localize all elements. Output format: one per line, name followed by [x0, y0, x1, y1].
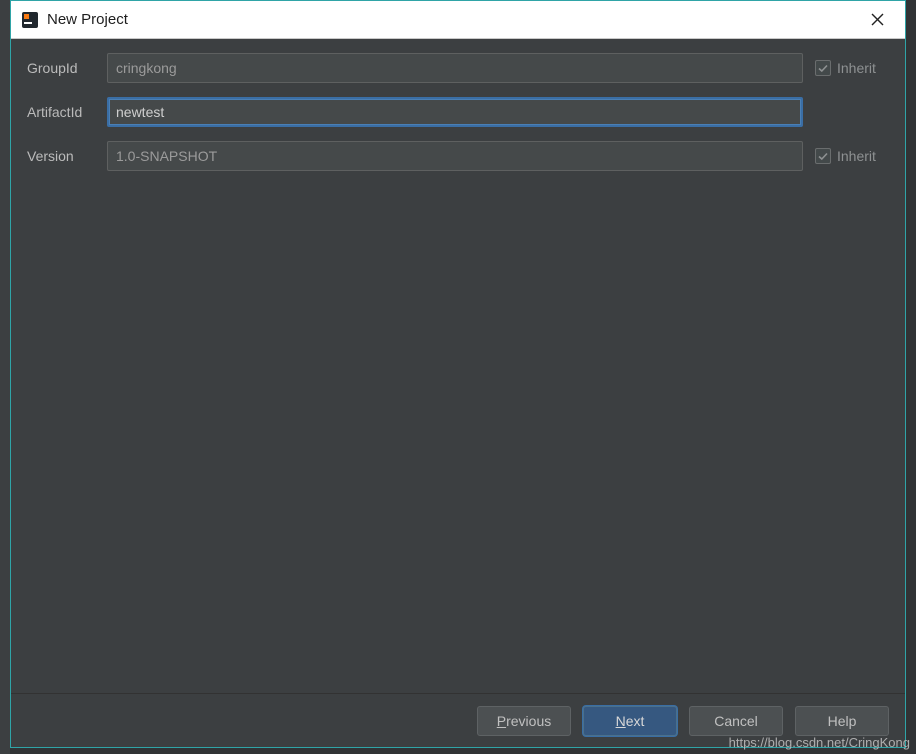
next-button[interactable]: Next [583, 706, 677, 736]
window-title: New Project [47, 11, 857, 28]
mnemonic: N [616, 713, 626, 729]
close-icon [871, 13, 884, 26]
version-inherit[interactable]: Inherit [803, 148, 889, 164]
app-icon [21, 11, 39, 29]
dialog-content: GroupId Inherit ArtifactId Version Inher… [11, 39, 905, 693]
checkbox-icon [815, 148, 831, 164]
new-project-dialog: New Project GroupId Inherit ArtifactId [10, 0, 906, 748]
help-button[interactable]: Help [795, 706, 889, 736]
artifactid-input[interactable] [107, 97, 803, 127]
checkbox-icon [815, 60, 831, 76]
version-label: Version [27, 148, 107, 164]
button-label: Cancel [714, 713, 758, 729]
groupid-inherit[interactable]: Inherit [803, 60, 889, 76]
artifactid-row: ArtifactId [27, 97, 889, 127]
line-gutter [0, 0, 10, 754]
artifactid-label: ArtifactId [27, 104, 107, 120]
version-input[interactable] [107, 141, 803, 171]
watermark-text: https://blog.csdn.net/CringKong [729, 735, 910, 750]
close-button[interactable] [857, 1, 897, 38]
groupid-input[interactable] [107, 53, 803, 83]
inherit-label: Inherit [837, 60, 876, 76]
version-row: Version Inherit [27, 141, 889, 171]
button-label: Help [828, 713, 857, 729]
mnemonic: P [497, 713, 506, 729]
button-label-rest: revious [506, 713, 551, 729]
groupid-row: GroupId Inherit [27, 53, 889, 83]
inherit-label: Inherit [837, 148, 876, 164]
title-bar[interactable]: New Project [11, 1, 905, 39]
cancel-button[interactable]: Cancel [689, 706, 783, 736]
groupid-label: GroupId [27, 60, 107, 76]
previous-button[interactable]: Previous [477, 706, 571, 736]
button-label-rest: ext [626, 713, 645, 729]
